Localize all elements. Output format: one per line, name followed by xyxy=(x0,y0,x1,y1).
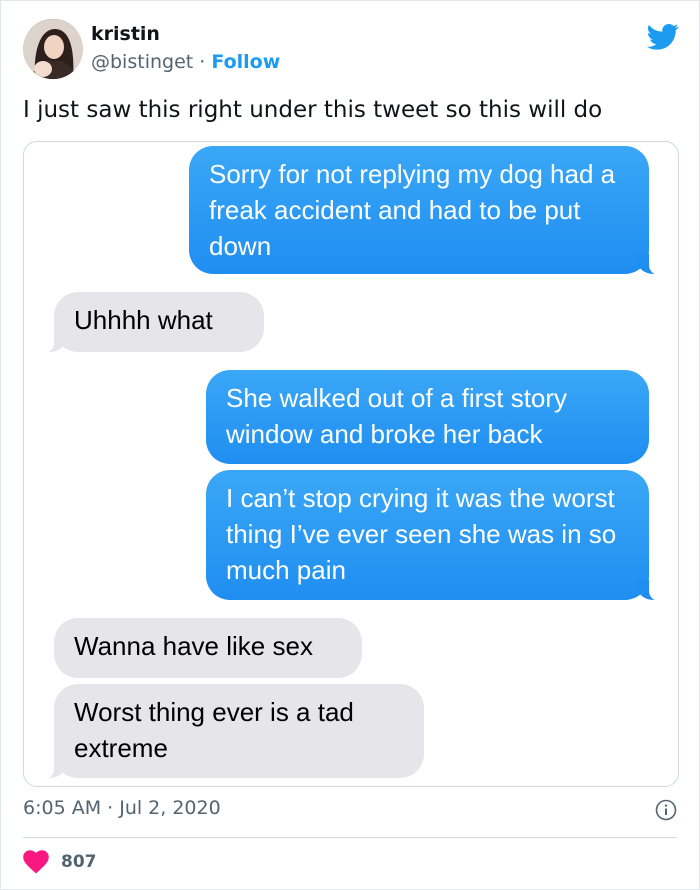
author-handle-row: @bistinget · Follow xyxy=(91,51,280,73)
message-bubble-outgoing: She walked out of a first story window a… xyxy=(206,370,649,464)
info-icon[interactable] xyxy=(655,799,677,821)
like-count: 807 xyxy=(61,852,97,872)
author-name[interactable]: kristin xyxy=(91,23,160,45)
message-bubble-incoming: Worst thing ever is a tad extreme xyxy=(36,684,424,779)
message-bubble-outgoing: Sorry for not replying my dog had a frea… xyxy=(189,146,667,275)
message-bubble-incoming: Wanna have like sex xyxy=(54,618,362,678)
handle-separator: · xyxy=(199,51,206,73)
twitter-bird-icon[interactable] xyxy=(647,23,679,51)
tweet-header: kristin @bistinget · Follow xyxy=(23,19,683,79)
follow-button[interactable]: Follow xyxy=(211,51,280,73)
avatar[interactable] xyxy=(23,19,83,79)
tweet-card: kristin @bistinget · Follow I just saw t… xyxy=(0,0,700,890)
screenshot-image[interactable]: Sorry for not replying my dog had a frea… xyxy=(23,141,679,787)
like-action[interactable]: 807 xyxy=(23,849,97,875)
author-handle[interactable]: @bistinget xyxy=(91,51,193,73)
message-bubble-incoming: Uhhhh what xyxy=(36,292,264,353)
avatar-image xyxy=(23,19,83,79)
message-bubble-outgoing: I can’t stop crying it was the worst thi… xyxy=(206,470,667,601)
tweet-text: I just saw this right under this tweet s… xyxy=(23,97,603,123)
heart-icon[interactable] xyxy=(23,850,49,874)
divider xyxy=(23,837,677,838)
tweet-timestamp[interactable]: 6:05 AM · Jul 2, 2020 xyxy=(23,797,221,819)
